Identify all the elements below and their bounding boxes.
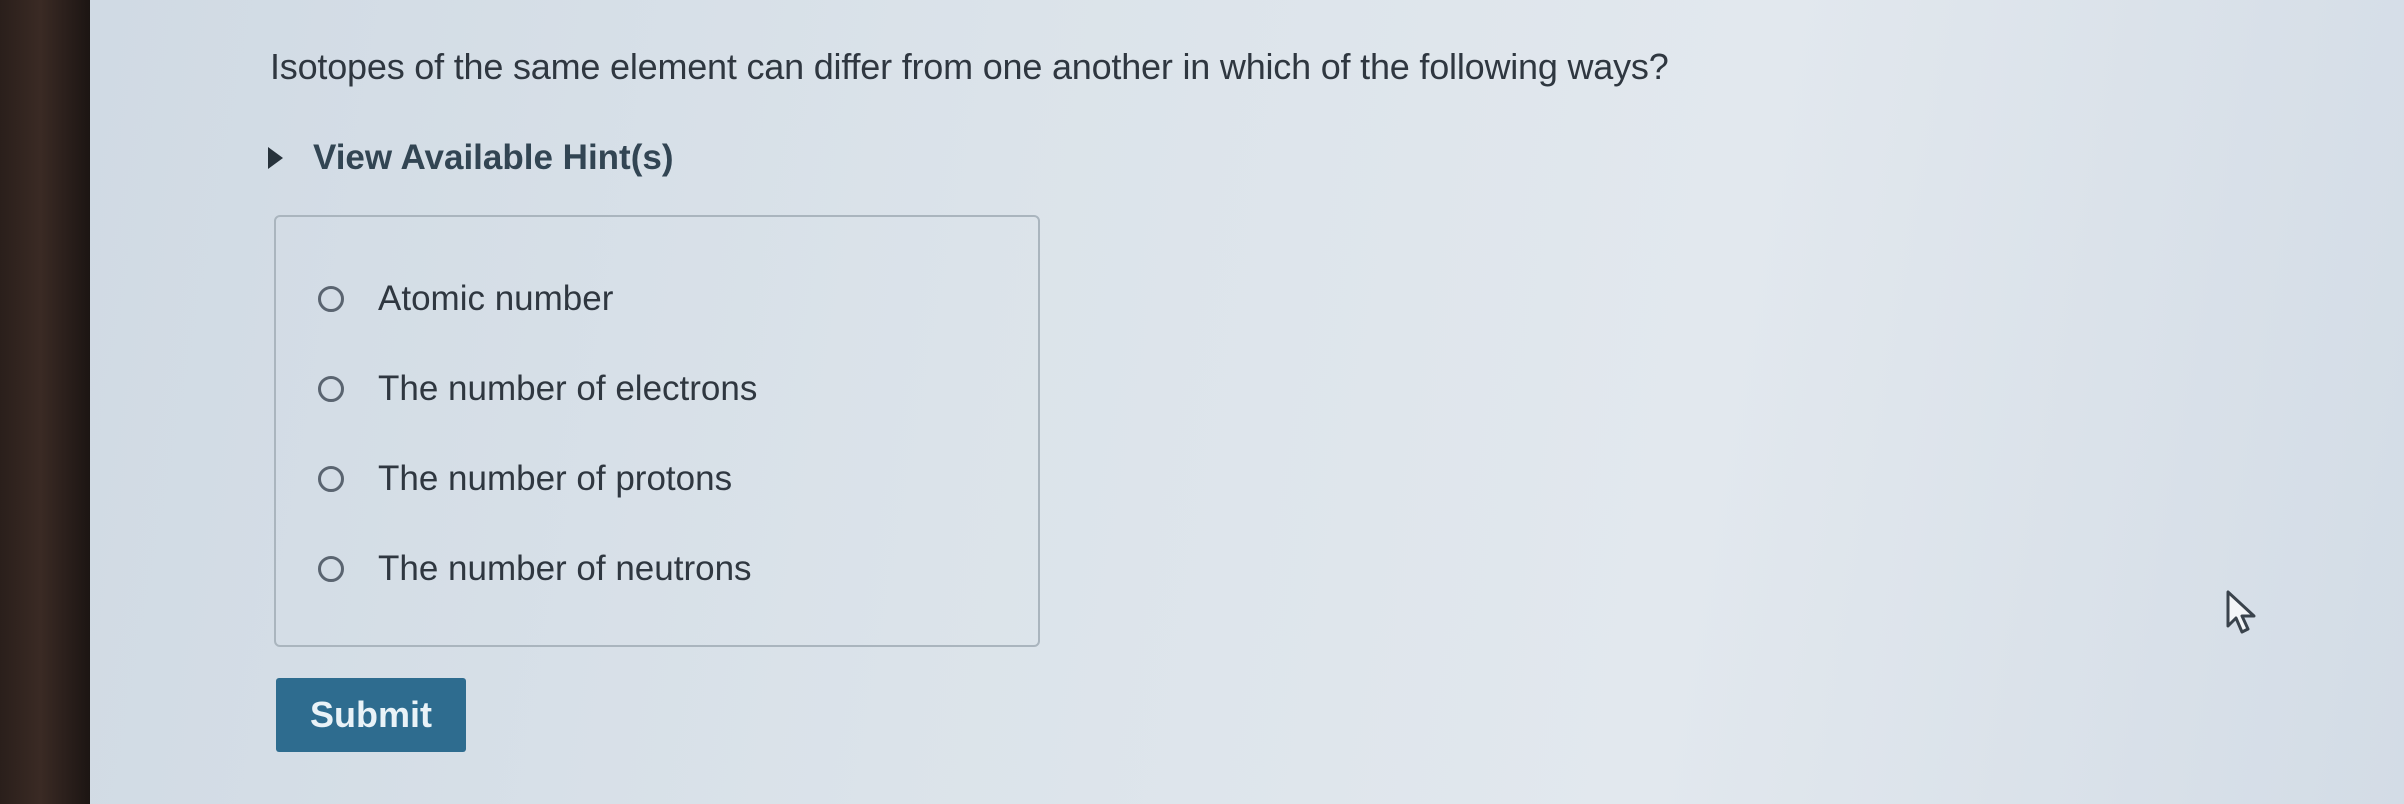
view-hints-label: View Available Hint(s)	[313, 138, 674, 177]
radio-button-icon[interactable]	[318, 376, 344, 402]
mouse-pointer-icon	[2226, 590, 2256, 634]
radio-button-icon[interactable]	[318, 286, 344, 312]
submit-button[interactable]: Submit	[276, 678, 466, 752]
choice-label: The number of neutrons	[378, 549, 752, 588]
choice-label: Atomic number	[378, 279, 614, 318]
caret-right-icon	[268, 147, 283, 169]
choice-atomic-number[interactable]: Atomic number	[318, 279, 613, 319]
screen-bezel	[0, 0, 90, 804]
choice-number-of-electrons[interactable]: The number of electrons	[318, 369, 757, 409]
choice-number-of-neutrons[interactable]: The number of neutrons	[318, 549, 752, 589]
question-text: Isotopes of the same element can differ …	[270, 46, 1669, 87]
radio-button-icon[interactable]	[318, 556, 344, 582]
choice-label: The number of protons	[378, 459, 733, 498]
question-page: Isotopes of the same element can differ …	[90, 0, 2404, 804]
radio-button-icon[interactable]	[318, 466, 344, 492]
answer-choices-box: Atomic number The number of electrons Th…	[274, 215, 1040, 647]
choice-number-of-protons[interactable]: The number of protons	[318, 459, 732, 499]
choice-label: The number of electrons	[378, 369, 758, 408]
view-hints-toggle[interactable]: View Available Hint(s)	[268, 138, 673, 178]
